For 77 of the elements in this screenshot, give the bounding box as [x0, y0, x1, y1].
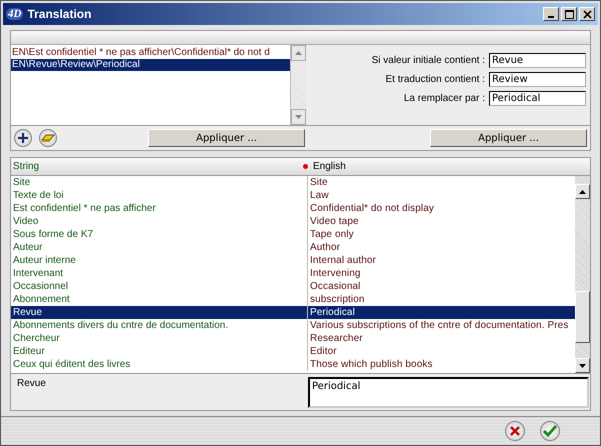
string-cell: Ceux qui éditent des livres [11, 358, 308, 372]
maximize-button[interactable] [561, 7, 577, 22]
grid-row[interactable]: Est confidentiel * ne pas afficher Confidential* do not display [11, 202, 575, 216]
grid-row[interactable]: Chercheur Researcher [11, 332, 575, 346]
grid-row[interactable]: Sous forme de K7 Tape only [11, 228, 575, 242]
ok-button[interactable] [540, 421, 560, 442]
english-cell-text: Editor [309, 345, 338, 358]
string-cell: Chercheur [11, 332, 308, 346]
source-text: Revue [16, 377, 47, 392]
string-cell: Texte de loi [11, 189, 308, 202]
english-cell-text: Researcher [309, 332, 364, 346]
grid-row[interactable]: Auteur Author [11, 241, 575, 254]
english-cell-text: Those which publish books [309, 358, 434, 372]
string-cell: Auteur interne [11, 254, 308, 268]
english-cell-text: Author [309, 241, 342, 254]
column-header[interactable]: English [313, 161, 346, 172]
grid-row[interactable]: Revue Periodical [11, 306, 575, 320]
grid-row[interactable]: Auteur interne Internal author [11, 254, 575, 268]
minimize-icon [548, 16, 554, 18]
app-logo: 4D [6, 8, 24, 20]
string-cell: Sous forme de K7 [11, 228, 308, 242]
input-field[interactable]: Revue [489, 53, 586, 68]
plus-icon [17, 132, 29, 144]
up-arrow-icon[interactable] [579, 190, 586, 194]
window-title: Translation [27, 7, 92, 22]
rule-item[interactable]: EN\Est confidentiel * ne pas afficher\Confidential* do not d [11, 47, 290, 60]
english-cell-text: Intervening [309, 267, 362, 280]
grid-row[interactable]: Video Video tape [11, 215, 575, 228]
english-cell-text: Internal author [309, 254, 377, 268]
grid-row[interactable]: Editeur Editor [11, 345, 575, 358]
english-cell-text: Various subscriptions of the cntre of documentation. Pres [309, 319, 570, 332]
grid-row[interactable]: Site Site [11, 176, 575, 190]
apply-button[interactable]: Appliquer ... [148, 129, 305, 148]
cancel-button[interactable] [505, 421, 525, 442]
english-cell-text: Law [309, 189, 330, 202]
eraser-icon [41, 133, 55, 144]
english-cell-text: Confidential* do not display [309, 202, 435, 216]
grid-row[interactable]: Intervenant Intervening [11, 267, 575, 280]
add-button[interactable] [14, 129, 32, 148]
cross-icon [509, 425, 521, 438]
string-cell: Revue [11, 306, 308, 320]
translation-field[interactable]: Periodical [308, 377, 589, 408]
english-cell-text: Site [309, 176, 329, 190]
minimize-button[interactable] [543, 7, 559, 22]
field-label: Et traduction contient : [385, 74, 485, 86]
down-arrow-icon[interactable] [579, 364, 586, 368]
grid-row[interactable]: Occasionnel Occasional [11, 280, 575, 294]
maximize-icon [564, 10, 574, 19]
input-field[interactable]: Periodical [489, 91, 586, 106]
close-button[interactable] [579, 7, 595, 22]
english-cell-text: Occasional [309, 280, 362, 294]
string-cell: Auteur [11, 241, 308, 254]
close-icon [582, 10, 592, 19]
english-cell-text: Tape only [309, 228, 355, 242]
input-field[interactable]: Review [489, 72, 586, 88]
grid-row[interactable]: Ceux qui éditent des livres Those which publish books [11, 358, 575, 372]
string-cell: Site [11, 176, 308, 190]
english-cell-text: subscription [309, 293, 366, 306]
grid-row[interactable]: Abonnements divers du cntre de documentation. Various subscriptions of the cntre of documentation. Pres [11, 319, 575, 332]
apply-button[interactable]: Appliquer ... [430, 129, 587, 148]
rule-item[interactable]: EN\Revue\Review\Periodical [11, 59, 290, 72]
string-cell: Intervenant [11, 267, 308, 280]
scrollbar[interactable] [575, 176, 590, 374]
string-cell: Est confidentiel * ne pas afficher [11, 202, 308, 216]
eraser-button[interactable] [39, 129, 57, 148]
grid-row[interactable]: Texte de loi Law [11, 189, 575, 202]
string-cell: Abonnements divers du cntre de documentation. [11, 319, 308, 332]
english-cell: Periodical [308, 306, 575, 320]
field-label: Si valeur initiale contient : [372, 55, 485, 66]
checkmark-icon [543, 425, 557, 438]
column-header[interactable]: String [11, 161, 303, 172]
string-cell: Occasionnel [11, 280, 308, 294]
status-dot-icon [303, 164, 308, 170]
string-cell: Video [11, 215, 308, 228]
string-cell: Editeur [11, 345, 308, 358]
english-cell-text: Video tape [309, 215, 360, 228]
field-label: La remplacer par : [404, 93, 485, 104]
